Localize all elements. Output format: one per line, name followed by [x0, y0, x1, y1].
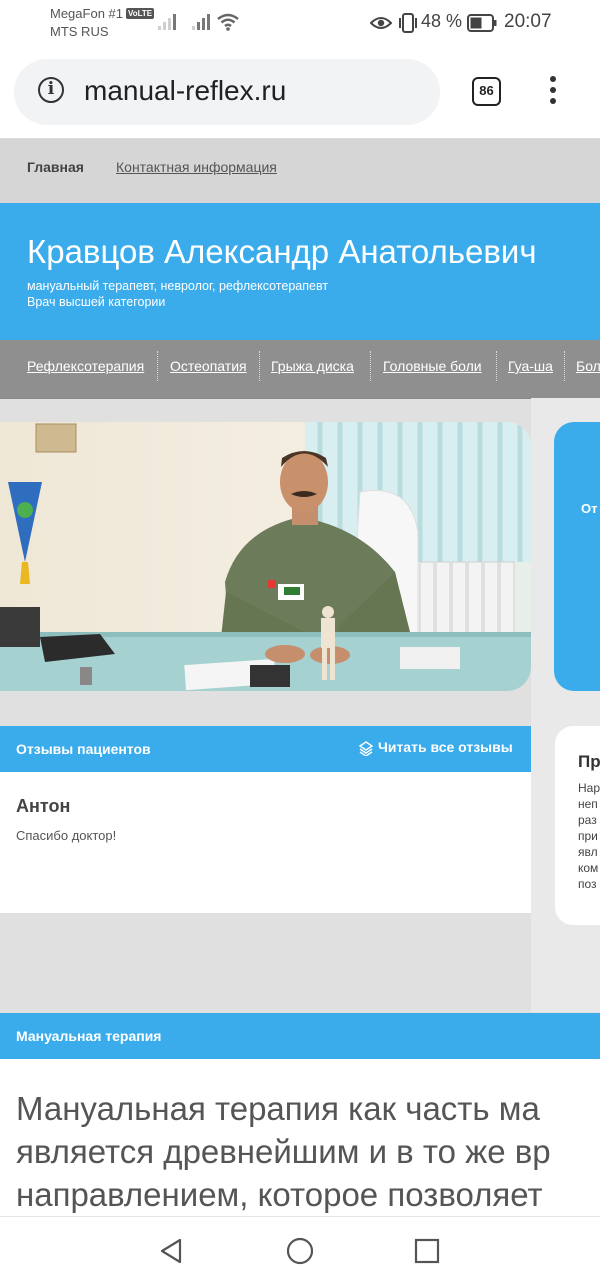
manual-therapy-text-line: Мануальная терапия как часть ма	[16, 1090, 540, 1127]
review-author: Антон	[16, 796, 71, 816]
menu-item-osteopathy[interactable]: Остеопатия	[170, 358, 247, 374]
side-card-line: Нар	[578, 781, 600, 795]
menu-item-disc-hernia[interactable]: Грыжа диска	[271, 358, 354, 374]
address-bar[interactable]: i manual-reflex.ru	[14, 59, 440, 125]
site-category: Врач высшей категории	[27, 295, 166, 309]
more-menu-icon[interactable]	[546, 76, 560, 110]
side-card-line: неп	[578, 797, 598, 811]
side-card-title: Пр	[578, 752, 600, 771]
doctor-photo-illustration	[0, 422, 531, 691]
clock: 20:07	[504, 11, 552, 32]
manual-therapy-text-line: является древнейшим и в то же вр	[16, 1133, 551, 1170]
side-card-line: поз	[578, 877, 597, 891]
menu-item-gua-sha[interactable]: Гуа-ша	[508, 358, 553, 374]
browser-toolbar: i manual-reflex.ru 86	[0, 46, 600, 139]
top-nav: Главная Контактная информация	[0, 139, 600, 203]
reviews-stack-icon[interactable]	[358, 740, 374, 756]
menu-divider	[370, 351, 371, 381]
menu-item-pain[interactable]: Бол	[576, 358, 600, 374]
read-all-reviews-link[interactable]: Читать все отзывы	[378, 739, 513, 755]
menu-divider	[564, 351, 565, 381]
side-card-line: раз	[578, 813, 597, 827]
eye-icon	[370, 17, 392, 29]
promo-banner[interactable]	[554, 422, 600, 691]
volte-badge: VoLTE	[126, 8, 155, 19]
main-menu: Рефлексотерапия Остеопатия Грыжа диска Г…	[0, 340, 600, 399]
manual-therapy-text-line: направлением, которое позволяет	[16, 1176, 543, 1213]
battery-percent: 48 %	[421, 11, 463, 31]
menu-item-reflexotherapy[interactable]: Рефлексотерапия	[27, 358, 144, 374]
side-card-line: ком	[578, 861, 599, 875]
site-title[interactable]: Кравцов Александр Анатольевич	[27, 233, 537, 271]
menu-divider	[259, 351, 260, 381]
status-bar: MegaFon #1 VoLTE MTS RUS 48 % 20:07	[0, 0, 600, 46]
url-text[interactable]: manual-reflex.ru	[84, 75, 286, 107]
signal-icon	[158, 0, 188, 46]
battery-icon	[467, 14, 497, 32]
review-text: Спасибо доктор!	[16, 828, 117, 843]
operator-1: MegaFon #1 VoLTE	[50, 6, 155, 21]
site-header: Кравцов Александр Анатольевич мануальный…	[0, 203, 600, 340]
side-card-line: при	[578, 829, 598, 843]
info-icon[interactable]: i	[38, 77, 64, 103]
reviews-header: Отзывы пациентов Читать все отзывы	[0, 726, 531, 772]
manual-therapy-body: Мануальная терапия как часть ма является…	[0, 1059, 600, 1216]
side-card-line: явл	[578, 845, 598, 859]
site-subtitle: мануальный терапевт, невролог, рефлексот…	[27, 279, 329, 293]
nav-home-link[interactable]: Главная	[27, 159, 84, 175]
home-icon[interactable]	[285, 1236, 315, 1266]
vibrate-icon	[399, 13, 417, 33]
doctor-photo	[0, 422, 531, 691]
nav-contacts-link[interactable]: Контактная информация	[116, 159, 277, 175]
tab-switcher-button[interactable]: 86	[472, 77, 501, 106]
back-icon[interactable]	[158, 1237, 184, 1265]
operator-2: MTS RUS	[50, 24, 109, 39]
system-navigation-bar	[0, 1216, 600, 1284]
wifi-icon	[217, 13, 239, 31]
recents-icon[interactable]	[414, 1238, 440, 1264]
menu-item-headaches[interactable]: Головные боли	[383, 358, 482, 374]
manual-therapy-title: Мануальная терапия	[16, 1028, 162, 1044]
menu-divider	[157, 351, 158, 381]
manual-therapy-header: Мануальная терапия	[0, 1013, 600, 1059]
menu-divider	[496, 351, 497, 381]
reviews-title: Отзывы пациентов	[16, 741, 151, 757]
promo-text: От	[581, 501, 598, 516]
review-card: Антон Спасибо доктор!	[0, 772, 531, 913]
